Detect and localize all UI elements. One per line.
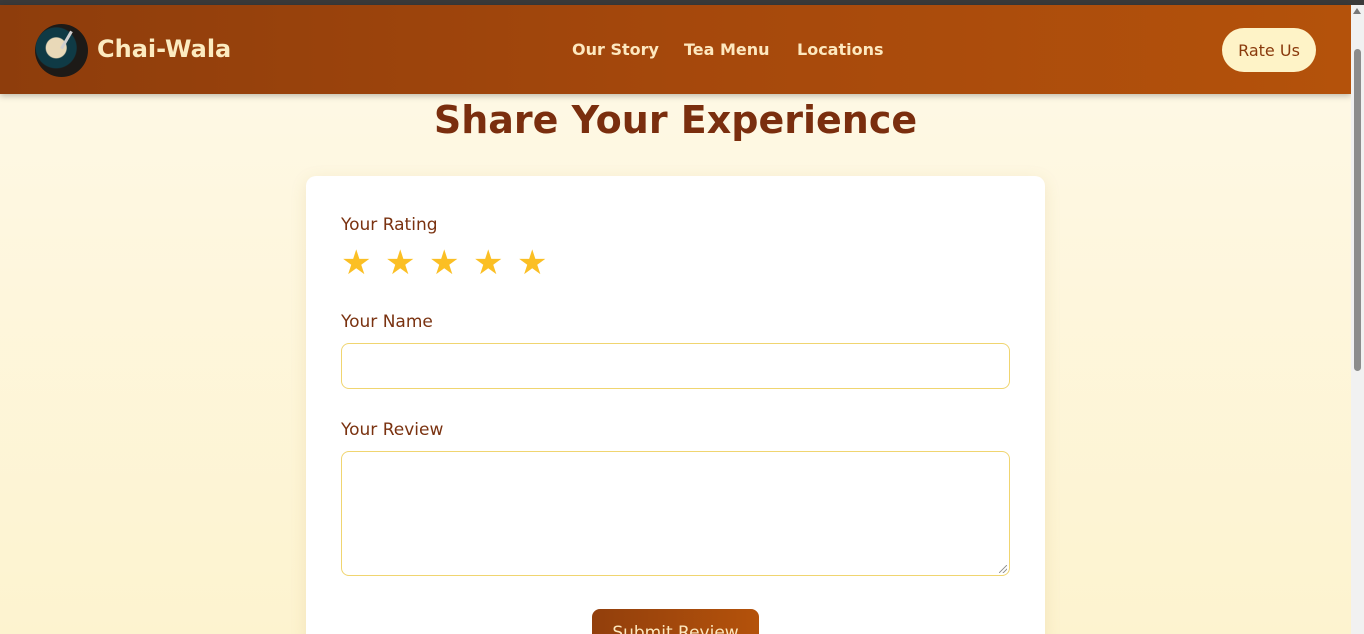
brand-name[interactable]: Chai-Wala xyxy=(97,35,231,63)
review-form-card: Your Rating ★ ★ ★ ★ ★ Your Name Your Rev… xyxy=(306,176,1045,634)
star-icon-2[interactable]: ★ xyxy=(385,246,419,280)
nav-locations[interactable]: Locations xyxy=(797,40,884,59)
star-rating[interactable]: ★ ★ ★ ★ ★ xyxy=(341,246,551,280)
star-icon-3[interactable]: ★ xyxy=(429,246,463,280)
star-icon-4[interactable]: ★ xyxy=(473,246,507,280)
name-input[interactable] xyxy=(341,343,1010,389)
site-header: Chai-Wala Our Story Tea Menu Locations R… xyxy=(0,5,1351,94)
star-icon-1[interactable]: ★ xyxy=(341,246,375,280)
rate-us-button[interactable]: Rate Us xyxy=(1222,28,1316,72)
name-label: Your Name xyxy=(341,312,433,332)
rating-label: Your Rating xyxy=(341,215,438,235)
resize-grip-icon[interactable] xyxy=(999,565,1007,573)
scroll-thumb[interactable] xyxy=(1354,49,1361,371)
nav-our-story[interactable]: Our Story xyxy=(572,40,659,59)
page-scrollbar[interactable] xyxy=(1351,5,1364,634)
chai-cup-logo[interactable] xyxy=(35,24,88,77)
submit-review-button[interactable]: Submit Review xyxy=(592,609,759,634)
page-title: Share Your Experience xyxy=(433,98,918,142)
review-textarea[interactable] xyxy=(341,451,1010,576)
star-icon-5[interactable]: ★ xyxy=(517,246,551,280)
nav-tea-menu[interactable]: Tea Menu xyxy=(684,40,770,59)
review-label: Your Review xyxy=(341,420,444,440)
scroll-up-arrow-icon[interactable] xyxy=(1353,8,1361,14)
